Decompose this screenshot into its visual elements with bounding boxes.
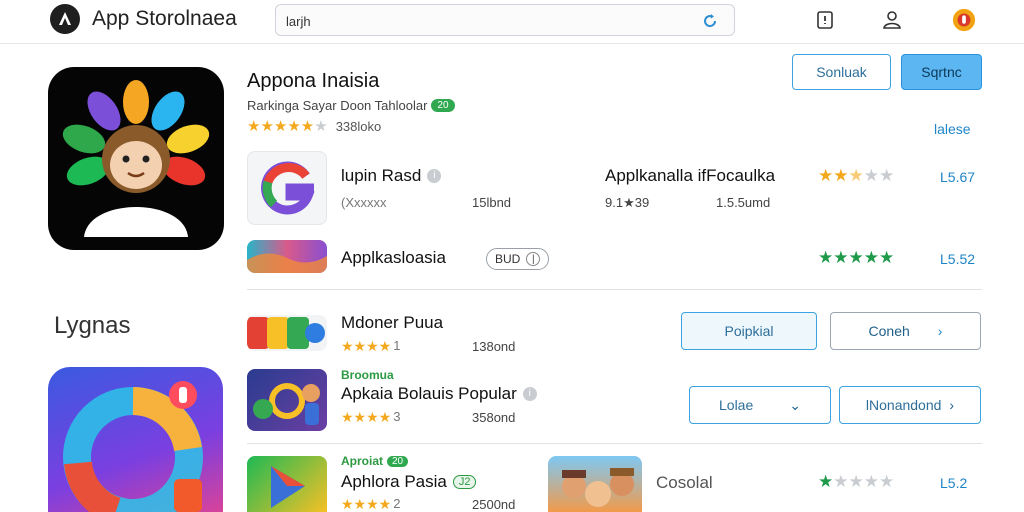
primary-action-button[interactable]: Sqrtnc — [901, 54, 982, 90]
bookmark-icon[interactable] — [813, 8, 837, 32]
section-next-button[interactable]: lNonandond › — [839, 386, 981, 424]
rating-suffix: 2 — [393, 496, 401, 511]
section-app-icon-3[interactable] — [247, 456, 327, 512]
refresh-icon[interactable] — [700, 11, 720, 31]
section-app-tag: Aproiat 20 — [341, 454, 409, 468]
button-label: Coneh — [868, 323, 910, 339]
section-primary-button[interactable]: Poipkial — [681, 312, 817, 350]
featured-app-title[interactable]: Appona Inaisia — [247, 70, 379, 93]
account-icon[interactable] — [880, 8, 904, 32]
app-title: App Storolnaea — [92, 7, 237, 30]
row-meta-rating: 9.1★39 — [605, 195, 650, 210]
top-bar: App Storolnaea — [0, 0, 1024, 44]
section-app-icon-2[interactable] — [247, 369, 327, 431]
section-app-rating: ★★★★ 2 — [341, 496, 400, 511]
search-bar[interactable] — [275, 4, 735, 36]
info-icon[interactable]: i — [522, 387, 537, 401]
row-app-name[interactable]: Applkasloasia — [341, 248, 446, 268]
app-store-logo-icon[interactable] — [50, 4, 80, 34]
name-badge: J2 — [452, 475, 477, 489]
notification-icon[interactable] — [952, 8, 976, 32]
featured-app-subtitle: Rarkinga Sayar Doon Tahloolar 20 — [247, 98, 455, 113]
row-app-name[interactable]: Applkanalla ifFocaulka — [605, 166, 775, 186]
featured-badge: 20 — [431, 99, 455, 112]
section-app-name-text: Apkaia Bolauis Popular — [341, 384, 517, 403]
rating-stars: ★★★★★ — [818, 472, 895, 491]
rating-stars: ★★★★ — [341, 408, 392, 425]
rating-stars: ★★★★ — [341, 337, 392, 354]
row-meta-size: 1.5.5umd — [716, 195, 771, 210]
tag-badge: 20 — [387, 455, 409, 467]
row-app-icon-waves[interactable] — [247, 240, 327, 273]
divider — [247, 289, 982, 290]
info-icon[interactable]: | — [526, 252, 541, 266]
featured-app-subtitle-text: Rarkinga Sayar Doon Tahloolar — [247, 98, 428, 113]
row-app-icon-google[interactable] — [247, 151, 327, 225]
featured-app-icon[interactable] — [48, 67, 224, 250]
row-meta-size: 15lbnd — [472, 195, 512, 210]
featured-rating-text: 338loko — [335, 119, 382, 134]
rating-suffix: 3 — [393, 409, 401, 424]
section-app-name[interactable]: Mdoner Puua — [341, 313, 443, 333]
rating-stars: ★★★★ — [341, 495, 392, 512]
section-app-meta: 2500nd — [472, 497, 516, 512]
rating-suffix: 1 — [393, 338, 401, 353]
section-app-meta: 358ond — [472, 410, 516, 425]
rating-stars: ★★★★★ — [818, 166, 895, 185]
button-label: lNonandond — [865, 397, 942, 413]
divider — [247, 443, 982, 444]
rating-value: L5.52 — [940, 251, 976, 267]
section-side-label[interactable]: Cosolal — [656, 473, 713, 493]
rating-value: L5.2 — [940, 475, 968, 491]
rating-stars: ★★★★★ ★ — [247, 118, 328, 135]
section-title: Lygnas — [54, 312, 131, 339]
row-app-name-text: lupin Rasd — [341, 166, 422, 185]
secondary-action-button[interactable]: Sonluak — [792, 54, 891, 90]
info-icon[interactable]: i — [427, 169, 442, 183]
section-app-rating: ★★★★ 3 — [341, 409, 400, 424]
section-app-name[interactable]: Apkaia Bolauis Popular i — [341, 384, 537, 404]
featured-rating: ★★★★★ ★ 338loko — [247, 119, 381, 134]
row-chip[interactable]: BUD | — [486, 248, 550, 270]
section-app-meta: 138ond — [472, 339, 516, 354]
tag-text: Aproiat — [341, 454, 383, 468]
search-input[interactable] — [286, 9, 686, 33]
see-all-link[interactable]: lalese — [934, 121, 971, 137]
section-app-icon-1[interactable] — [247, 315, 327, 351]
row-meta-rating: (Xxxxxx — [341, 195, 387, 210]
section-next-button[interactable]: Coneh › — [830, 312, 981, 350]
section-app-name-text: Aphlora Pasia — [341, 472, 447, 491]
row-app-name[interactable]: lupin Rasd i — [341, 166, 442, 186]
section-app-name[interactable]: Aphlora Pasia J2 — [341, 472, 477, 492]
rating-stars: ★★★★★ — [818, 248, 895, 267]
section-feature-icon[interactable] — [48, 367, 223, 512]
section-game-thumbnail[interactable] — [548, 456, 642, 512]
rating-value: L5.67 — [940, 169, 976, 185]
chevron-right-icon: › — [937, 323, 943, 339]
section-dropdown-button[interactable]: Lolae ⌄ — [689, 386, 831, 424]
chevron-right-icon: › — [949, 397, 955, 413]
button-label: Lolae — [719, 397, 754, 413]
section-app-tag: Broomua — [341, 368, 394, 382]
chip-label: BUD — [495, 252, 521, 266]
chevron-down-icon: ⌄ — [789, 396, 801, 413]
section-app-rating: ★★★★ 1 — [341, 338, 400, 353]
